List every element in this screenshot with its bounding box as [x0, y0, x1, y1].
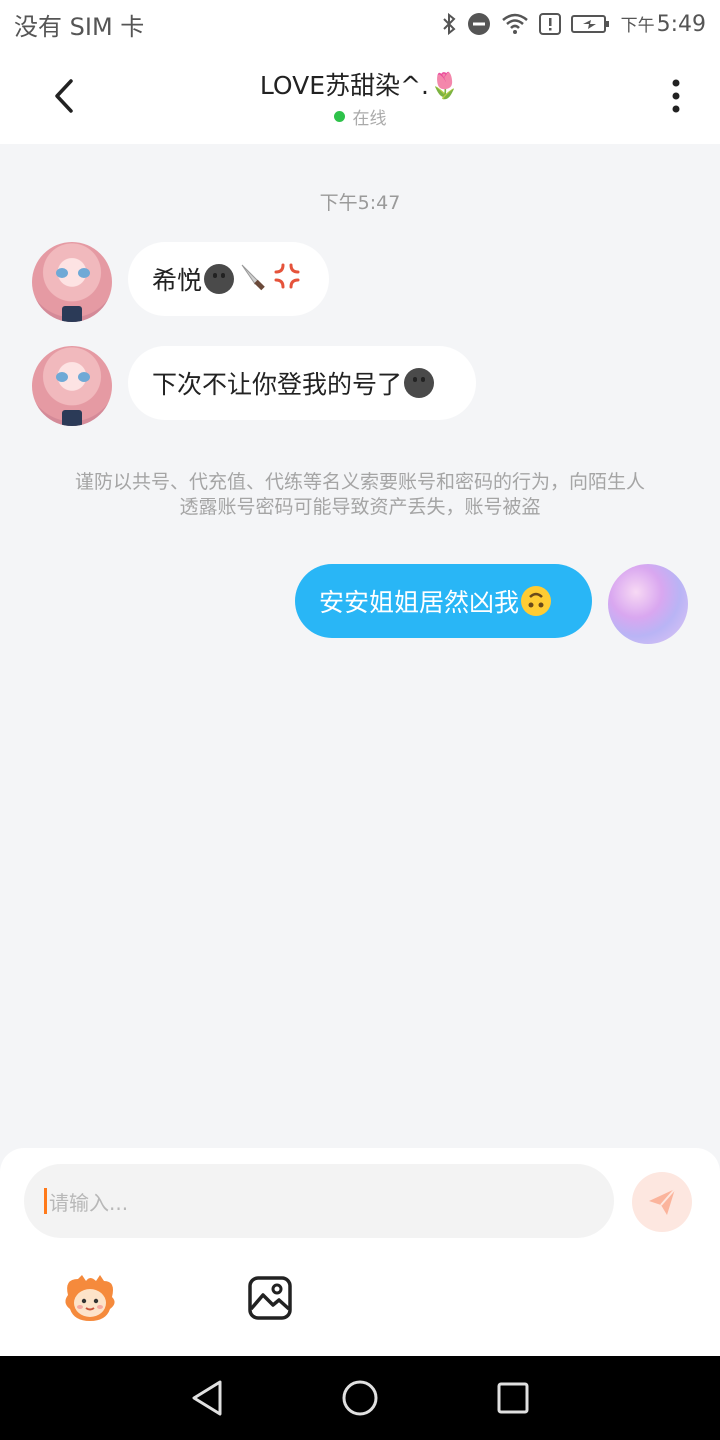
anger-emoji — [272, 261, 302, 297]
carrier-label: 没有 SIM 卡 — [14, 12, 145, 41]
message-timestamp: 下午5:47 — [319, 192, 401, 214]
input-placeholder: 请输入... — [49, 1190, 129, 1215]
online-label: 在线 — [352, 109, 387, 129]
chevron-left-icon — [55, 79, 73, 113]
nav-back-button[interactable] — [177, 1368, 237, 1428]
clock: 下午5:49 — [620, 12, 706, 37]
alert-icon — [538, 13, 561, 35]
knife-emoji — [238, 261, 268, 297]
status-bar: 没有 SIM 卡 下午5:49 — [0, 0, 720, 48]
mascot-sticker-icon — [65, 1275, 115, 1321]
bluetooth-icon — [441, 12, 457, 36]
smiley-dark-emoji — [404, 368, 435, 398]
chat-header: LOVE苏甜染^.🌷 在线 — [0, 48, 720, 144]
upside-down-face-emoji — [521, 586, 552, 616]
status-icons: 下午5:49 — [441, 11, 706, 37]
more-vertical-icon — [672, 79, 680, 113]
wifi-icon — [501, 13, 529, 35]
message-text: 下次不让你登我的号了 — [152, 370, 403, 399]
home-circle-icon — [342, 1380, 378, 1416]
message-input[interactable]: 请输入... — [24, 1164, 614, 1238]
back-triangle-icon — [192, 1380, 222, 1416]
nav-recents-button[interactable] — [483, 1368, 543, 1428]
send-button[interactable] — [632, 1172, 692, 1232]
message-text: 希悦 — [152, 266, 203, 295]
image-icon — [248, 1276, 292, 1320]
online-status: 在线 — [160, 104, 560, 129]
contact-avatar[interactable] — [32, 346, 112, 426]
security-notice: 谨防以共号、代充值、代练等名义索要账号和密码的行为，向陌生人 透露账号密码可能导… — [74, 471, 645, 518]
system-nav-bar — [0, 1356, 720, 1440]
sticker-button[interactable] — [60, 1268, 120, 1328]
chat-messages[interactable]: 下午5:47 希悦 下次不让你登我的号了 谨防以共号、代充值、代练等名义索要账号… — [0, 144, 720, 1148]
contact-name: LOVE苏甜染^.🌷 — [259, 71, 461, 100]
message-composer: 请输入... — [0, 1148, 720, 1356]
message-bubble-outgoing[interactable]: 安安姐姐居然凶我 — [295, 564, 592, 638]
back-button[interactable] — [40, 70, 88, 122]
message-bubble-incoming[interactable]: 希悦 — [128, 242, 329, 316]
smiley-dark-emoji — [204, 264, 235, 294]
text-caret — [44, 1188, 47, 1214]
contact-info: LOVE苏甜染^.🌷 在线 — [160, 66, 560, 129]
online-dot — [333, 111, 345, 122]
my-avatar[interactable] — [608, 564, 688, 644]
more-options-button[interactable] — [656, 70, 696, 122]
nav-home-button[interactable] — [330, 1368, 390, 1428]
image-button[interactable] — [240, 1268, 300, 1328]
battery-charging-icon — [570, 14, 611, 34]
do-not-disturb-icon — [467, 12, 491, 36]
message-bubble-incoming[interactable]: 下次不让你登我的号了 — [128, 346, 476, 420]
message-text: 安安姐姐居然凶我 — [319, 588, 520, 617]
contact-avatar[interactable] — [32, 242, 112, 322]
send-icon — [649, 1188, 676, 1215]
recents-square-icon — [497, 1382, 529, 1414]
